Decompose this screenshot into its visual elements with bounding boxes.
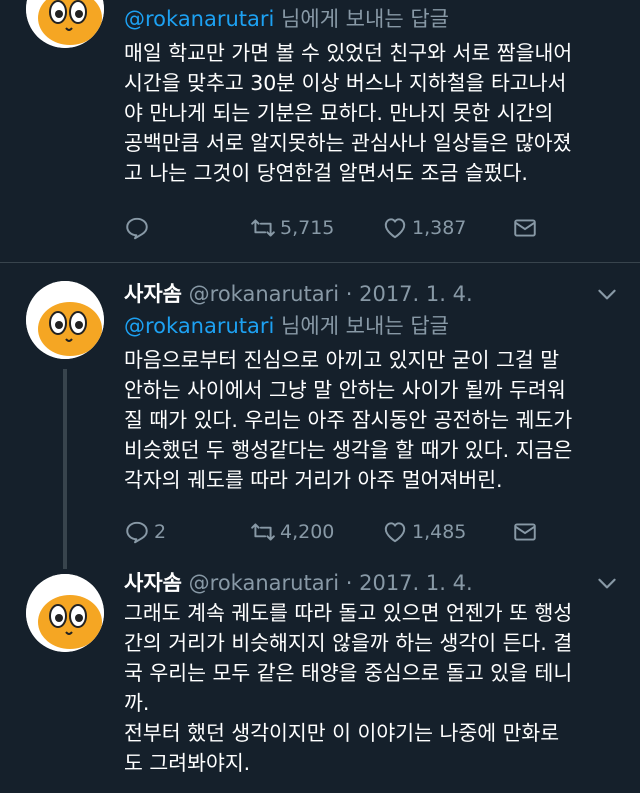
tweet-line: 도 그려봐야지. [124,751,251,775]
reply-button[interactable]: 2 [124,517,166,547]
retweet-count: 5,715 [280,217,335,239]
lion-face-icon [26,281,104,359]
tweet-2[interactable]: 사자솜 @rokanarutari · 2017. 1. 4. @rokanar… [0,262,640,569]
tweet-header: 사자솜 @rokanarutari · 2017. 1. 4. [124,568,620,598]
tweet-line: 고 나는 그것이 당연한걸 알면서도 조금 슬펐다. [124,161,528,185]
thread-line [63,369,67,569]
tweet-line: 전부터 했던 생각이지만 이 이야기는 나중에 만화로 [124,721,560,745]
tweet-line: 까. [124,691,150,715]
tweet-line: 각자의 궤도를 따라 거리가 아주 멀어져버린. [124,468,503,492]
tweet-text: 매일 학교만 가면 볼 수 있었던 친구와 서로 짬을내어 시간을 맞추고 30… [124,38,624,188]
tweet-text: 마음으로부터 진심으로 아끼고 있지만 굳이 그걸 말 안하는 사이에서 그냥 … [124,345,624,495]
reply-icon [126,217,148,240]
username[interactable]: @rokanarutari [189,571,339,595]
tweet-line: 공백만큼 서로 알지못하는 관심사나 일상들은 많아졌 [124,131,572,155]
tweet-line: 시간을 맞추고 30분 이상 버스나 지하철을 타고나서 [124,71,567,95]
display-name[interactable]: 사자솜 [124,282,182,306]
retweet-count: 4,200 [280,521,335,543]
avatar[interactable] [26,281,104,359]
tweet-line: 질 때가 있다. 우리는 아주 잠시동안 공전하는 궤도가 [124,408,573,432]
tweet-3[interactable]: 사자솜 @rokanarutari · 2017. 1. 4. 그래도 계속 궤… [0,568,640,793]
tweet-line: 야 만나게 되는 기분은 묘하다. 만나지 못한 시간의 [124,101,554,125]
tweet-line: 그래도 계속 궤도를 따라 돌고 있으면 언젠가 또 행성 [124,601,573,625]
tweet-line: 매일 학교만 가면 볼 수 있었던 친구와 서로 짬을내어 [124,41,573,65]
message-button[interactable] [512,213,538,243]
reply-count: 2 [154,521,167,543]
retweet-button[interactable]: 4,200 [250,517,334,547]
retweet-icon [251,523,275,541]
reply-to-suffix: 님에게 보내는 답글 [274,7,449,31]
reply-icon [126,521,148,544]
lion-face-icon [26,0,104,48]
tweet-line: 마음으로부터 진심으로 아끼고 있지만 굳이 그걸 말 [124,348,560,372]
like-button[interactable]: 1,387 [382,213,466,243]
tweet-line: 비슷했던 두 행성같다는 생각을 할 때가 있다. 지금은 [124,438,573,462]
separator-dot: · [345,571,353,595]
like-button[interactable]: 1,485 [382,517,466,547]
separator-dot: · [345,282,353,306]
envelope-icon [514,523,536,541]
reply-to-line: @rokanarutari 님에게 보내는 답글 [124,4,449,34]
tweet-line: 국 우리는 모두 같은 태양을 중심으로 돌고 있을 테니 [124,661,573,685]
mention-link[interactable]: @rokanarutari [124,314,274,338]
tweet-date[interactable]: 2017. 1. 4. [359,282,473,306]
retweet-icon [251,219,275,237]
reply-to-suffix: 님에게 보내는 답글 [274,314,449,338]
like-count: 1,485 [412,521,467,543]
tweet-date[interactable]: 2017. 1. 4. [359,571,473,595]
tweet-line: 간의 거리가 비슷해지지 않을까 하는 생각이 든다. 결 [124,631,573,655]
avatar[interactable] [26,574,104,652]
lion-face-icon [26,574,104,652]
avatar[interactable] [26,0,104,48]
message-button[interactable] [512,517,538,547]
chevron-down-icon[interactable] [594,570,620,596]
display-name[interactable]: 사자솜 [124,571,182,595]
reply-to-line: @rokanarutari 님에게 보내는 답글 [124,311,449,341]
tweet-text: 그래도 계속 궤도를 따라 돌고 있으면 언젠가 또 행성 간의 거리가 비슷해… [124,598,624,778]
username[interactable]: @rokanarutari [189,282,339,306]
chevron-down-icon[interactable] [594,281,620,307]
action-bar: 5,715 1,387 [124,213,544,243]
envelope-icon [514,219,536,237]
mention-link[interactable]: @rokanarutari [124,7,274,31]
tweet-1[interactable]: @rokanarutari 님에게 보내는 답글 매일 학교만 가면 볼 수 있… [0,0,640,262]
like-count: 1,387 [412,217,467,239]
reply-button[interactable] [124,213,154,243]
heart-icon [384,522,406,543]
tweet-line: 안하는 사이에서 그냥 말 안하는 사이가 될까 두려워 [124,378,566,402]
action-bar: 2 4,200 1,485 [124,517,544,547]
tweet-header: 사자솜 @rokanarutari · 2017. 1. 4. [124,279,620,309]
heart-icon [384,218,406,239]
retweet-button[interactable]: 5,715 [250,213,334,243]
